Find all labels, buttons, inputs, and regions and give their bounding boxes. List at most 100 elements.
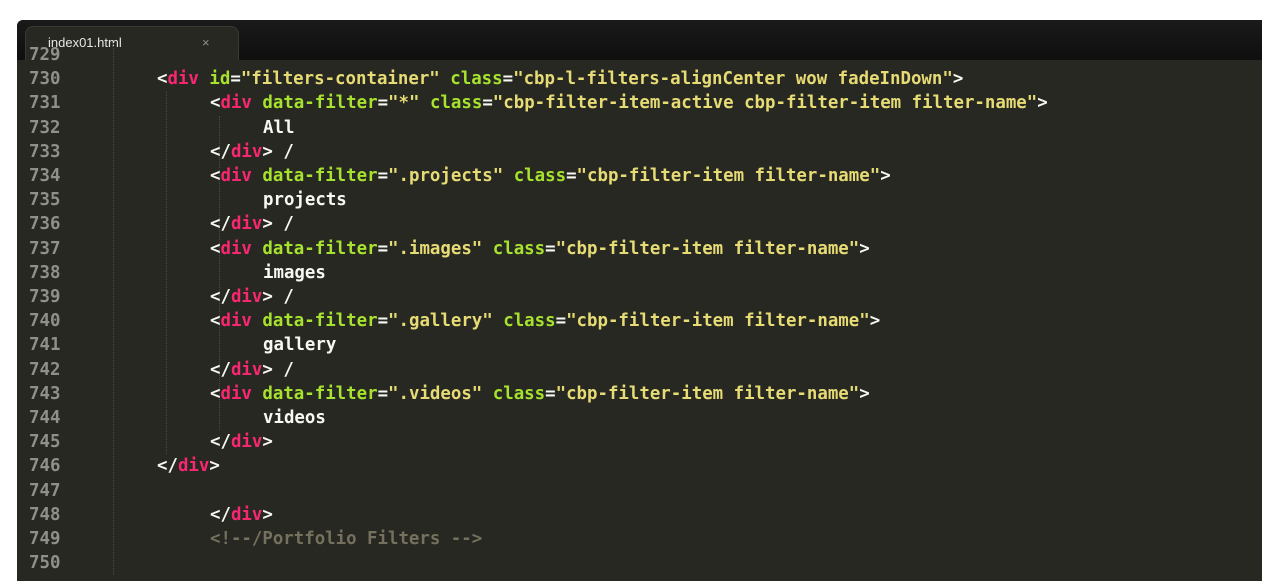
code-editor[interactable]: 729 730 <div id="filters-container" class=… [17, 43, 1262, 581]
code-token: < [210, 238, 221, 259]
code-line[interactable]: 743 <div data-filter=".videos" class="cbp… [17, 382, 1262, 406]
line-code: </div> [210, 503, 273, 527]
code-token: div [230, 141, 263, 162]
code-line[interactable]: 732 All [17, 116, 1262, 140]
code-line[interactable]: 741 gallery [17, 333, 1262, 357]
code-token: All [263, 117, 295, 138]
code-token: div [230, 214, 263, 235]
code-line[interactable]: 749 <!--/Portfolio Filters --> [17, 527, 1262, 551]
code-token: class [503, 311, 556, 332]
code-token: > [209, 456, 220, 477]
code-token: div [220, 166, 252, 186]
code-line[interactable]: 742 </div> / [17, 358, 1262, 382]
line-number: 737 [29, 238, 61, 259]
line-number: 740 [29, 311, 61, 332]
code-token: </ [210, 359, 231, 380]
code-token: ".projects" [388, 166, 504, 186]
code-token: data-filter [262, 166, 378, 186]
code-token: < [210, 93, 221, 114]
code-line[interactable]: 747 [17, 479, 1262, 503]
line-number: 746 [29, 456, 61, 477]
code-token: div [220, 238, 252, 259]
code-token: div [230, 504, 263, 525]
code-token: "cbp-filter-item filter-name" [566, 311, 870, 332]
line-code: </div> / [210, 140, 294, 164]
code-token: = [566, 166, 577, 186]
code-token: "cbp-l-filters-alignCenter wow fadeInDow… [513, 69, 953, 90]
code-token: </ [157, 456, 178, 477]
code-token: </ [210, 141, 231, 162]
code-token: "cbp-filter-item filter-name" [555, 383, 860, 404]
code-token: < [157, 69, 168, 90]
code-line[interactable]: 736 </div> / [17, 212, 1262, 236]
code-line[interactable]: 731 <div data-filter="*" class="cbp-filte… [17, 91, 1262, 115]
code-line[interactable]: 733 </div> / [17, 140, 1262, 164]
code-token: > [859, 238, 870, 259]
line-number: 736 [29, 214, 61, 235]
code-line[interactable]: 737 <div data-filter=".images" class="cbp… [17, 237, 1262, 261]
code-token: ".images" [388, 238, 483, 259]
code-token: gallery [263, 335, 337, 356]
code-token: data-filter [262, 383, 378, 404]
code-token: = [502, 69, 514, 90]
code-token: id [209, 69, 231, 90]
line-number: 741 [29, 335, 61, 356]
line-number: 729 [29, 45, 61, 65]
code-token: div [220, 93, 252, 114]
code-line[interactable]: 735 projects [17, 188, 1262, 212]
code-token: div [177, 456, 210, 477]
code-line[interactable]: 739 </div> / [17, 285, 1262, 309]
code-token: > [880, 166, 891, 186]
code-token: "cbp-filter-item filter-name" [576, 166, 881, 186]
code-line[interactable]: 729 [17, 43, 1262, 67]
line-number: 743 [29, 383, 61, 404]
line-code: videos [263, 406, 326, 430]
code-token: = [377, 166, 389, 186]
code-token: = [482, 93, 493, 114]
code-line[interactable]: 746 </div> [17, 454, 1262, 478]
code-token: = [377, 383, 389, 404]
code-token: div [167, 69, 199, 90]
code-token: ".videos" [388, 383, 483, 404]
line-number: 734 [29, 166, 61, 186]
code-line[interactable]: 740 <div data-filter=".gallery" class="cb… [17, 309, 1262, 333]
code-token: </ [210, 504, 231, 525]
code-line[interactable]: 748 </div> [17, 503, 1262, 527]
code-line[interactable]: 744 videos [17, 406, 1262, 430]
code-token: </ [210, 432, 231, 453]
code-token: class [492, 238, 546, 259]
line-code: <div data-filter=".gallery" class="cbp-f… [210, 309, 880, 333]
line-code: gallery [263, 333, 336, 357]
line-code: <div data-filter=".images" class="cbp-fi… [210, 237, 870, 261]
code-token: div [230, 359, 263, 380]
line-number: 742 [29, 359, 61, 380]
code-line[interactable]: 745 </div> [17, 430, 1262, 454]
code-token: < [210, 383, 221, 404]
code-line[interactable]: 734 <div data-filter=".projects" class="c… [17, 164, 1262, 188]
line-number: 750 [29, 553, 61, 574]
line-code: </div> [210, 430, 273, 454]
code-line[interactable]: 730 <div id="filters-container" class="cb… [17, 67, 1262, 91]
code-token: = [545, 238, 556, 259]
code-line[interactable]: 738 images [17, 261, 1262, 285]
line-code: </div> / [210, 212, 294, 236]
line-code: </div> [157, 454, 220, 478]
code-token: ".gallery" [388, 311, 493, 332]
line-code: </div> / [210, 358, 294, 382]
code-line[interactable]: 750 [17, 551, 1262, 575]
line-number: 730 [29, 69, 61, 90]
code-token: = [555, 311, 567, 332]
code-token: > [1037, 93, 1048, 114]
editor-window: index01.html × 729 730 <div id="filters-co… [17, 20, 1262, 581]
code-token: projects [263, 190, 347, 211]
line-number: 745 [29, 432, 61, 453]
code-token: > [859, 383, 870, 404]
line-number: 731 [29, 93, 61, 114]
